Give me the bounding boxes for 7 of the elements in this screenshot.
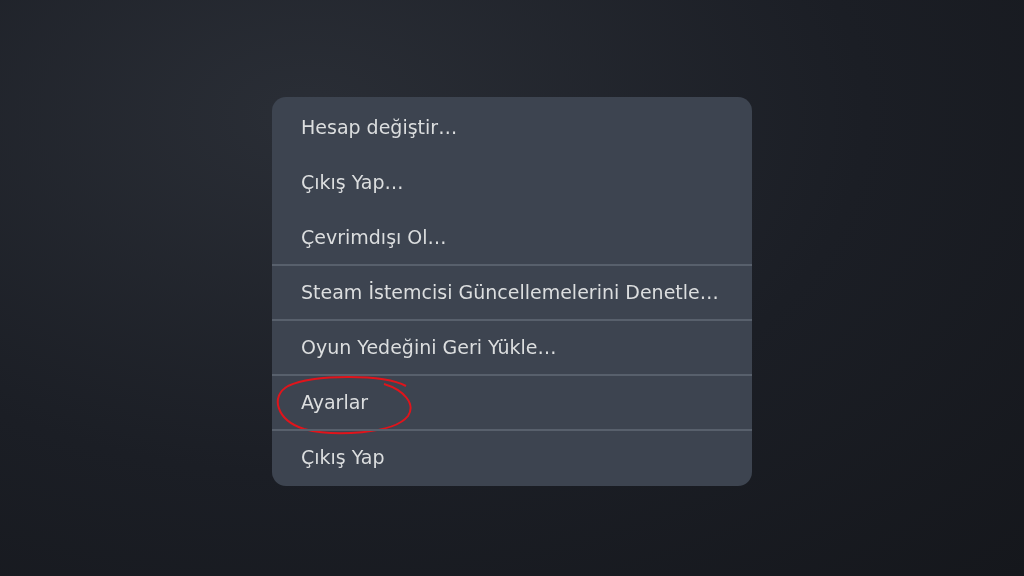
menu-item[interactable]: Hesap değiştir… [272, 99, 752, 154]
menu-item[interactable]: Çıkış Yap… [272, 154, 752, 209]
menu-item[interactable]: Ayarlar [272, 374, 752, 429]
menu-item[interactable]: Steam İstemcisi Güncellemelerini Denetle… [272, 264, 752, 319]
menu-item[interactable]: Çevrimdışı Ol… [272, 209, 752, 264]
menu-item[interactable]: Oyun Yedeğini Geri Yükle… [272, 319, 752, 374]
menu-item[interactable]: Çıkış Yap [272, 429, 752, 484]
